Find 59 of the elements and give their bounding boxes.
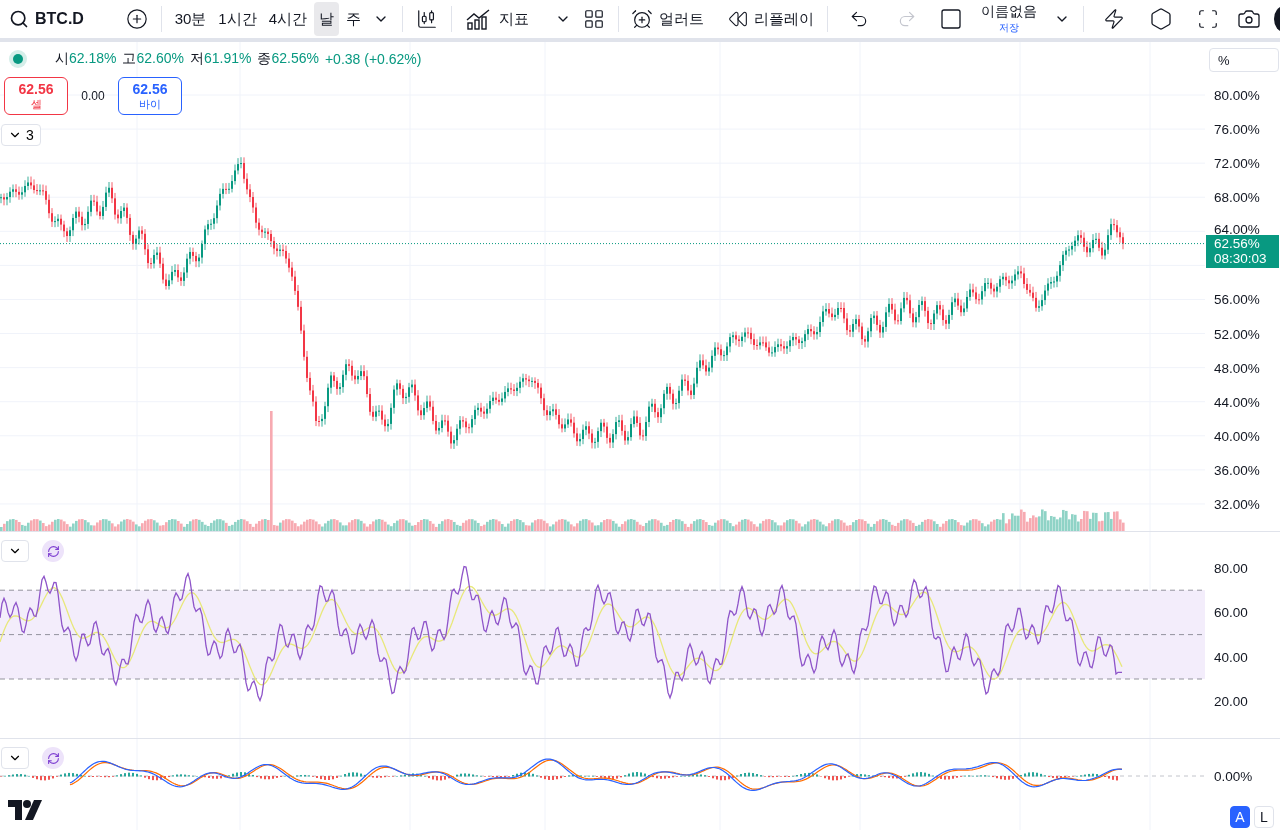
refresh-icon xyxy=(46,544,60,558)
collapse-pane-button[interactable] xyxy=(1,747,29,769)
axis-label: 56.00% xyxy=(1214,291,1260,307)
scale-unit-field[interactable]: % xyxy=(1209,48,1279,72)
refresh-button[interactable] xyxy=(42,747,64,769)
layout-name-button[interactable]: 이름없음 저장 xyxy=(970,3,1048,35)
axis-label: 40.00% xyxy=(1214,428,1260,444)
spread-value: 0.00 xyxy=(80,89,106,103)
ohlc-value: 고62.60% xyxy=(122,50,184,68)
candlestick-icon xyxy=(415,8,438,30)
scale-mode-button[interactable]: A xyxy=(1230,806,1250,828)
axis-label: 60.00 xyxy=(1214,604,1248,620)
axis-label: 32.00% xyxy=(1214,496,1260,512)
square-icon xyxy=(939,7,964,31)
search-icon xyxy=(9,9,29,29)
hexagon-icon xyxy=(1148,7,1173,31)
camera-icon xyxy=(1236,7,1261,31)
last-price-tag: 62.56% 08:30:03 xyxy=(1206,234,1279,268)
alert-button[interactable]: 얼러트 xyxy=(626,2,710,36)
axis-label: 48.00% xyxy=(1214,360,1260,376)
axis-label: 80.00 xyxy=(1214,560,1248,576)
axis-label: 36.00% xyxy=(1214,462,1260,478)
market-status-icon xyxy=(13,54,23,64)
plus-circle-icon xyxy=(125,8,148,30)
lightning-icon xyxy=(1102,8,1125,30)
axis-label: 52.00% xyxy=(1214,326,1260,342)
symbol-search-button[interactable]: BTC.D xyxy=(4,2,89,36)
refresh-icon xyxy=(46,751,60,765)
fullscreen-icon xyxy=(1196,8,1219,30)
timeframe-tab[interactable]: 1시간 xyxy=(213,2,262,36)
axis-label: 80.00% xyxy=(1214,87,1260,103)
sell-button[interactable]: 62.56 셀 xyxy=(4,77,68,115)
axis-label: 0.00% xyxy=(1214,768,1253,784)
ohlc-value: 종62.56% xyxy=(257,50,319,68)
axis-label: 40.00 xyxy=(1214,649,1248,665)
timeframe-tab[interactable]: 4시간 xyxy=(263,2,313,36)
axis-label: 44.00% xyxy=(1214,394,1260,410)
grid-icon xyxy=(582,8,605,30)
replay-button[interactable]: 리플레이 xyxy=(723,2,820,36)
timeframe-tab[interactable]: 주 xyxy=(341,2,367,36)
timeframe-tab[interactable]: 30분 xyxy=(169,2,212,36)
buy-button[interactable]: 62.56 바이 xyxy=(118,77,182,115)
timeframe-tab[interactable]: 날 xyxy=(314,2,340,36)
indicators-button[interactable]: 지표 xyxy=(459,2,534,36)
axis-label: 64.00% xyxy=(1214,221,1260,237)
axis-label: 72.00% xyxy=(1214,155,1260,171)
logo-icon xyxy=(8,800,42,820)
ohlc-value: 시62.18% xyxy=(55,50,117,68)
price-change: +0.38 (+0.62%) xyxy=(324,51,422,67)
ohlc-value: 저61.91% xyxy=(189,50,252,68)
rewind-icon xyxy=(728,9,749,29)
axis-label: 68.00% xyxy=(1214,189,1260,205)
collapse-pane-button[interactable] xyxy=(1,540,29,562)
axis-label: 76.00% xyxy=(1214,121,1260,137)
scale-mode-button[interactable]: L xyxy=(1254,806,1274,828)
axis-label: 20.00 xyxy=(1214,693,1248,709)
collapse-indicators-button[interactable]: 3 xyxy=(1,124,41,146)
alarm-clock-icon xyxy=(631,8,654,30)
refresh-button[interactable] xyxy=(42,540,64,562)
